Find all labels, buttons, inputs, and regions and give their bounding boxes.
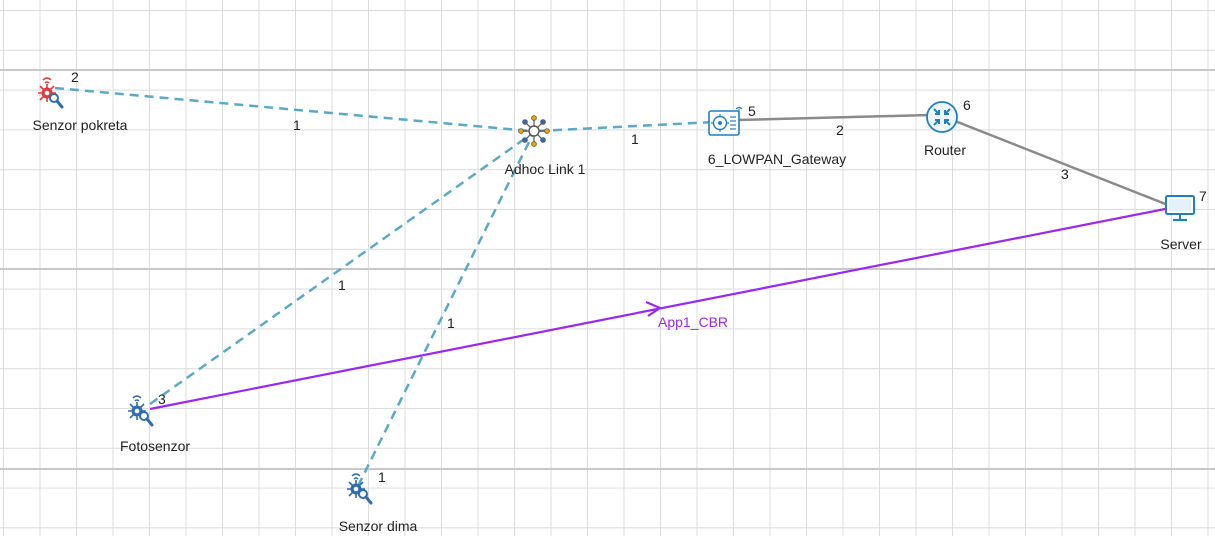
node-id-senzor-pokreta: 2 xyxy=(71,69,79,85)
monitor-icon xyxy=(1165,195,1195,222)
fotosenzor-node[interactable] xyxy=(124,394,158,428)
links-layer xyxy=(54,86,1171,487)
wireless-link-adhoc-gateway[interactable] xyxy=(537,120,716,133)
link-label-router-server: 3 xyxy=(1061,166,1069,182)
node-label-adhoc: Adhoc Link 1 xyxy=(504,161,586,177)
link-label-dima-adhoc: 1 xyxy=(447,315,455,331)
wired-link-router-server[interactable] xyxy=(954,119,1169,207)
link-label-adhoc-gateway: 1 xyxy=(631,131,639,147)
gateway-icon xyxy=(708,106,743,136)
wired-link-gateway-router[interactable] xyxy=(737,113,931,122)
node-label-server: Server xyxy=(1160,236,1202,252)
senzor-dima-node[interactable] xyxy=(343,472,377,506)
wireless-link-dima-adhoc[interactable] xyxy=(356,135,534,487)
node-id-fotosenzor: 3 xyxy=(158,391,166,407)
senzor-pokreta-node[interactable] xyxy=(34,76,68,110)
router-icon xyxy=(926,101,958,133)
adhoc-link-icon xyxy=(518,115,550,147)
node-label-gateway: 6_LOWPAN_Gateway xyxy=(707,151,847,167)
wireless-link-foto-adhoc[interactable] xyxy=(149,133,531,406)
node-id-server: 7 xyxy=(1199,188,1207,204)
gateway-node[interactable] xyxy=(706,104,746,138)
link-label-foto-adhoc: 1 xyxy=(338,277,346,293)
node-id-senzor-dima: 1 xyxy=(378,469,386,485)
router-node[interactable] xyxy=(924,99,960,135)
node-label-fotosenzor: Fotosenzor xyxy=(119,438,191,454)
node-label-senzor-pokreta: Senzor pokreta xyxy=(32,117,128,133)
application-label[interactable]: App1_CBR xyxy=(658,314,728,330)
link-label-pokreta-adhoc: 1 xyxy=(293,117,301,133)
network-canvas[interactable]: 2 Senzor pokreta 3 Fotosenzor 1 Senzor d… xyxy=(0,0,1215,536)
adhoc-link-node[interactable] xyxy=(518,115,550,147)
server-node[interactable] xyxy=(1163,193,1197,223)
motion-sensor-icon xyxy=(38,77,64,109)
node-id-router: 6 xyxy=(963,97,971,113)
link-label-gateway-router: 2 xyxy=(836,122,844,138)
light-sensor-icon xyxy=(128,395,154,427)
node-id-gateway: 5 xyxy=(748,103,756,119)
smoke-sensor-icon xyxy=(347,473,373,505)
node-label-senzor-dima: Senzor dima xyxy=(338,518,418,534)
node-label-router: Router xyxy=(923,142,967,158)
